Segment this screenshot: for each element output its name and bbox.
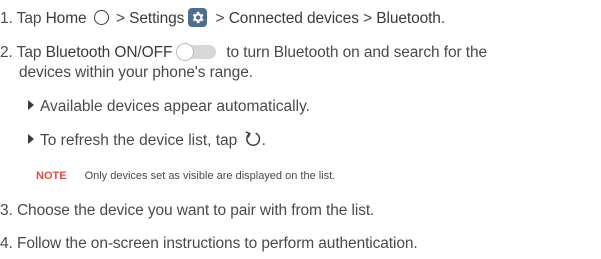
refresh-icon <box>244 130 262 154</box>
step-text: devices within your phone's range. <box>19 64 253 81</box>
bluetooth-toggle-label: Bluetooth ON/OFF <box>45 44 173 61</box>
separator: > <box>111 10 130 27</box>
toggle-knob <box>176 43 195 61</box>
bullet-marker <box>28 100 34 110</box>
separator: > <box>358 10 377 27</box>
step-text: Tap <box>16 10 46 27</box>
step-text: Follow the on-screen instructions to per… <box>16 235 418 252</box>
gear-icon <box>188 8 208 27</box>
note-label: NOTE <box>36 170 67 182</box>
bullet-item: Available devices appear automatically. <box>28 97 310 117</box>
bullet-marker <box>28 134 34 144</box>
home-icon <box>93 10 109 25</box>
home-label: Home <box>45 10 87 27</box>
step-number: 4. <box>0 235 13 252</box>
step-number: 2. <box>0 44 13 61</box>
settings-label: Settings <box>129 10 185 27</box>
separator: > <box>211 10 229 27</box>
step-text: Tap <box>16 44 46 61</box>
bluetooth-label: Bluetooth <box>376 10 441 27</box>
step-4: 4. Follow the on-screen instructions to … <box>0 234 418 254</box>
toggle-off-icon <box>176 43 217 61</box>
period: . <box>440 10 446 27</box>
step-3: 3. Choose the device you want to pair wi… <box>0 201 374 221</box>
step-number: 1. <box>0 10 13 27</box>
step-2-continuation: devices within your phone's range. <box>19 63 253 83</box>
step-2: 2. Tap Bluetooth ON/OFF to turn Bluetooth… <box>0 43 487 63</box>
bullet-text: To refresh the device list, tap <box>40 132 242 149</box>
note: NOTE Only devices set as visible are disp… <box>36 168 335 184</box>
step-text: Choose the device you want to pair with … <box>16 202 375 219</box>
step-1: 1. Tap Home > Settings > Connected devic… <box>0 8 445 29</box>
step-number: 3. <box>0 202 13 219</box>
bullet-item: To refresh the device list, tap . <box>28 130 266 154</box>
period: . <box>261 132 266 149</box>
bullet-text: Available devices appear automatically. <box>40 98 310 115</box>
note-text: Only devices set as visible are displaye… <box>84 170 336 182</box>
step-text: to turn Bluetooth on and search for the <box>226 44 487 61</box>
connected-devices-label: Connected devices <box>228 10 359 27</box>
